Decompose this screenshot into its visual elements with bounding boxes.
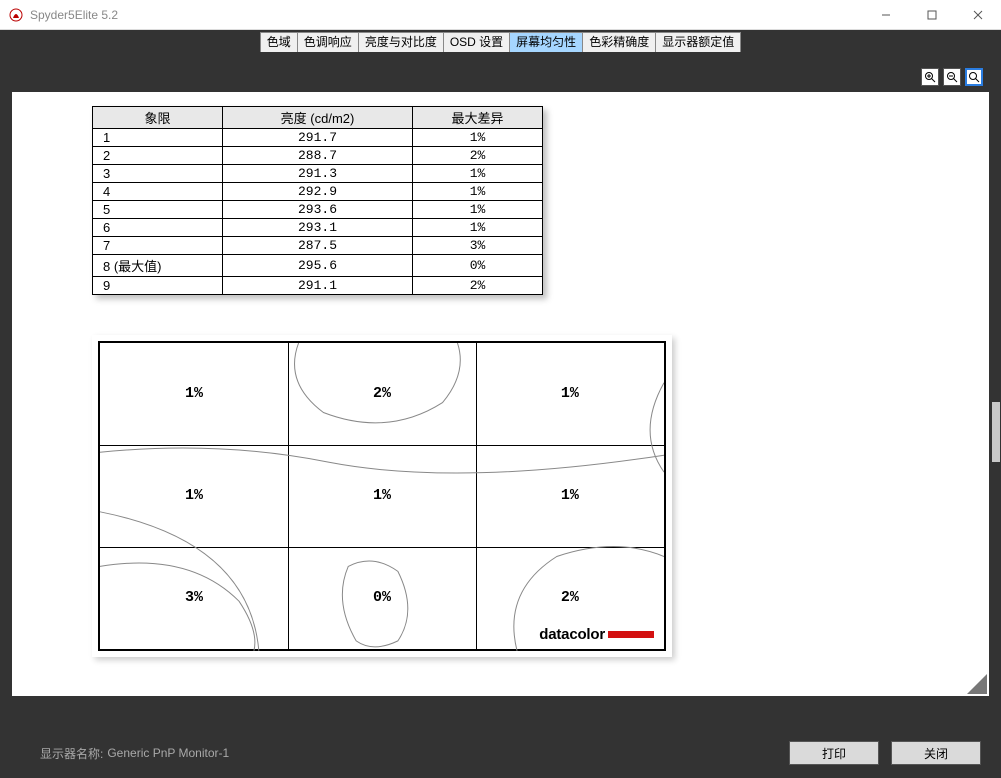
report-frame: 象限 亮度 (cd/m2) 最大差异 1291.71% 2288.72% 329…	[0, 52, 1001, 728]
brand-bar-icon	[608, 631, 654, 638]
header-quadrant: 象限	[93, 107, 223, 129]
uniformity-table: 象限 亮度 (cd/m2) 最大差异 1291.71% 2288.72% 329…	[92, 106, 543, 295]
uniformity-cell-3: 1%	[476, 343, 664, 445]
table-row: 7287.53%	[93, 237, 543, 255]
zoom-out-icon	[946, 71, 958, 83]
header-luminance: 亮度 (cd/m2)	[223, 107, 413, 129]
uniformity-cell-4: 1%	[100, 445, 288, 547]
monitor-name: Generic PnP Monitor-1	[107, 746, 229, 760]
uniformity-map-panel: 1% 2% 1% 1% 1% 1% 3% 0% 2% datacolor	[92, 335, 672, 657]
table-row: 2288.72%	[93, 147, 543, 165]
footer: 显示器名称: Generic PnP Monitor-1 打印 关闭	[0, 728, 1001, 778]
tab-osd[interactable]: OSD 设置	[444, 32, 510, 52]
uniformity-cell-2: 2%	[288, 343, 476, 445]
zoom-in-button[interactable]	[921, 68, 939, 86]
table-row: 9291.12%	[93, 277, 543, 295]
uniformity-cell-5: 1%	[288, 445, 476, 547]
report-page: 象限 亮度 (cd/m2) 最大差异 1291.71% 2288.72% 329…	[12, 92, 989, 696]
brand-logo: datacolor	[539, 626, 654, 643]
table-row: 3291.31%	[93, 165, 543, 183]
titlebar: Spyder5Elite 5.2	[0, 0, 1001, 30]
app-icon	[8, 7, 24, 23]
tab-brightness[interactable]: 亮度与对比度	[359, 32, 444, 52]
monitor-label: 显示器名称:	[40, 745, 103, 762]
print-button[interactable]: 打印	[789, 741, 879, 765]
window-title: Spyder5Elite 5.2	[30, 8, 118, 22]
zoom-in-icon	[924, 71, 936, 83]
table-row: 4292.91%	[93, 183, 543, 201]
tab-tone[interactable]: 色调响应	[298, 32, 359, 52]
maximize-button[interactable]	[909, 0, 955, 30]
brand-name: datacolor	[539, 626, 605, 643]
table-row: 6293.11%	[93, 219, 543, 237]
uniformity-cell-6: 1%	[476, 445, 664, 547]
table-row: 8 (最大值)295.60%	[93, 255, 543, 277]
tabstrip: 色域 色调响应 亮度与对比度 OSD 设置 屏幕均匀性 色彩精确度 显示器额定值	[0, 30, 1001, 52]
tab-rating[interactable]: 显示器额定值	[656, 32, 741, 52]
minimize-button[interactable]	[863, 0, 909, 30]
uniformity-cell-8: 0%	[288, 547, 476, 649]
table-row: 1291.71%	[93, 129, 543, 147]
uniformity-cell-7: 3%	[100, 547, 288, 649]
zoom-fit-button[interactable]	[965, 68, 983, 86]
uniformity-cell-1: 1%	[100, 343, 288, 445]
scroll-indicator[interactable]	[992, 402, 1000, 462]
header-maxdiff: 最大差异	[413, 107, 543, 129]
zoom-toolbar	[921, 68, 983, 86]
table-row: 5293.61%	[93, 201, 543, 219]
zoom-fit-icon	[968, 71, 980, 83]
tab-gamut[interactable]: 色域	[260, 32, 298, 52]
close-app-button[interactable]: 关闭	[891, 741, 981, 765]
close-button[interactable]	[955, 0, 1001, 30]
uniformity-grid: 1% 2% 1% 1% 1% 1% 3% 0% 2% datacolor	[98, 341, 666, 651]
resize-grip-icon[interactable]	[967, 674, 987, 694]
tab-uniformity[interactable]: 屏幕均匀性	[510, 32, 583, 52]
zoom-out-button[interactable]	[943, 68, 961, 86]
tab-accuracy[interactable]: 色彩精确度	[583, 32, 656, 52]
